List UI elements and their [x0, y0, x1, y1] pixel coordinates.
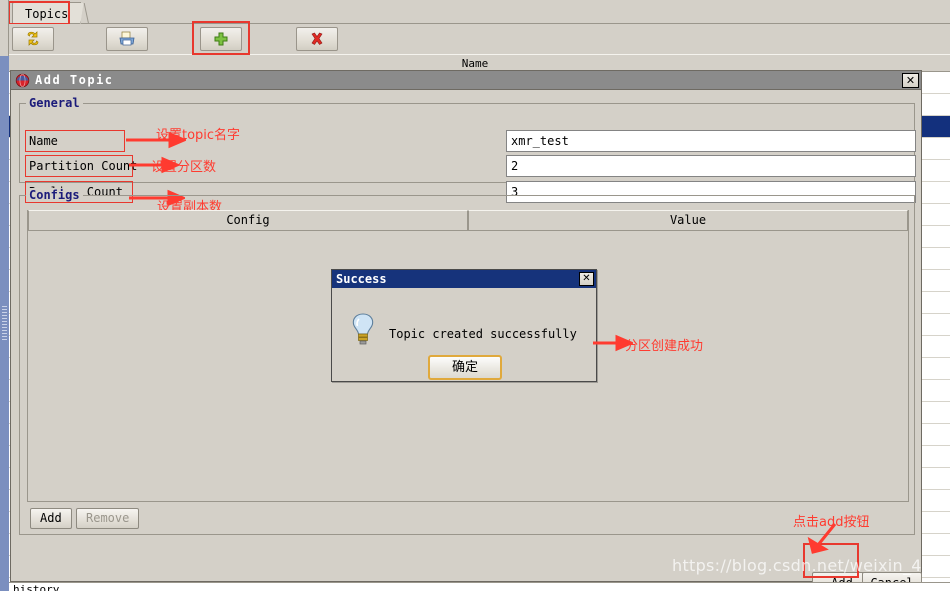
success-close-button[interactable]: ✕: [579, 272, 594, 286]
success-title: Success: [336, 272, 387, 286]
config-remove-button: Remove: [76, 508, 140, 529]
delete-icon: [309, 31, 325, 47]
split-pane-divider[interactable]: [0, 56, 9, 591]
success-dialog: Success ✕ Topic created successfully 确定: [331, 269, 597, 382]
status-bar: history: [9, 582, 950, 591]
refresh-icon: [24, 30, 42, 48]
name-label: Name: [25, 130, 125, 152]
success-annotation-text: 分区创建成功: [625, 339, 704, 354]
success-ok-button[interactable]: 确定: [428, 355, 502, 380]
globe-icon: [15, 73, 31, 88]
export-icon: [118, 30, 136, 48]
name-annotation-text: 设置topic名字: [156, 128, 241, 143]
config-add-button[interactable]: Add: [30, 508, 72, 529]
dialog-title: Add Topic: [35, 73, 114, 87]
configs-legend: Configs: [26, 188, 83, 202]
success-titlebar[interactable]: Success ✕: [332, 270, 596, 288]
tab-topics[interactable]: Topics: [12, 2, 82, 23]
lightbulb-icon: [350, 312, 376, 350]
name-input[interactable]: xmr_test: [506, 130, 916, 152]
export-button[interactable]: [106, 27, 148, 51]
partition-count-input[interactable]: 2: [506, 155, 916, 177]
tab-strip: Topics: [0, 0, 950, 24]
configs-table-header: Config Value: [28, 210, 908, 231]
add-icon: [213, 31, 229, 47]
dialog-titlebar[interactable]: Add Topic ✕: [11, 71, 921, 90]
app-window: Name Topics Add Topic ✕ General Name xmr…: [0, 0, 950, 591]
splitter-grip[interactable]: [2, 306, 7, 342]
partition-annotation-text: 设置分区数: [151, 160, 217, 175]
success-body: Topic created successfully 确定: [332, 288, 596, 381]
dialog-close-button[interactable]: ✕: [902, 72, 919, 88]
partition-count-label: Partition Count: [25, 155, 137, 177]
toolbar: [0, 24, 950, 54]
refresh-button[interactable]: [12, 27, 54, 51]
left-edge: [0, 0, 9, 56]
delete-topic-button[interactable]: [296, 27, 338, 51]
success-message: Topic created successfully: [389, 327, 577, 341]
add-topic-button[interactable]: [200, 27, 242, 51]
add-button-annotation-text: 点击add按钮: [793, 515, 870, 530]
configs-col-value[interactable]: Value: [468, 210, 908, 231]
general-legend: General: [26, 96, 83, 110]
configs-col-config[interactable]: Config: [28, 210, 468, 231]
